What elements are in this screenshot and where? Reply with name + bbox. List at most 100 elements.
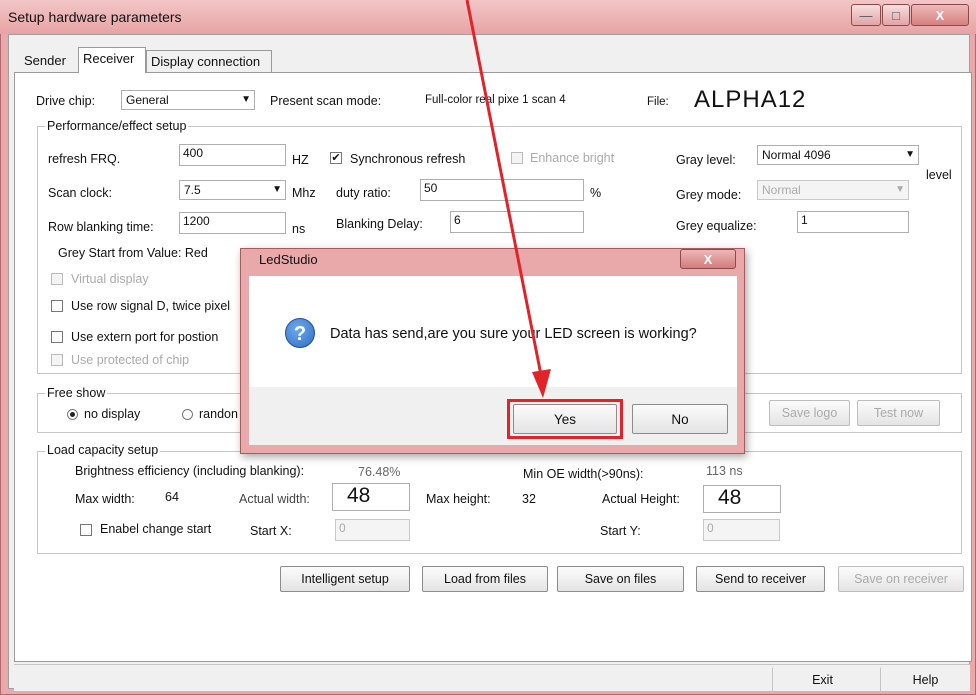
close-icon: X	[703, 251, 713, 267]
window-title: Setup hardware parameters	[8, 9, 182, 25]
scan-clock-select[interactable]: 7.5 ▼	[179, 180, 286, 200]
no-button[interactable]: No	[632, 404, 728, 434]
grey-start-label: Grey Start from Value: Red	[58, 246, 208, 260]
gray-level-select[interactable]: Normal 4096 ▼	[757, 145, 919, 165]
radio-dot	[70, 412, 75, 417]
file-label: File:	[647, 96, 669, 108]
drive-chip-label: Drive chip:	[36, 94, 96, 108]
brightness-value: 76.48%	[358, 465, 401, 479]
refresh-unit: HZ	[292, 153, 309, 167]
scan-clock-label: Scan clock:	[48, 186, 112, 200]
highlight-box	[507, 399, 623, 439]
scan-clock-value: 7.5	[184, 183, 201, 197]
performance-group-title: Performance/effect setup	[45, 119, 189, 133]
enhance-bright-label: Enhance bright	[530, 151, 615, 165]
test-now-button[interactable]: Test now	[857, 400, 940, 426]
save-on-receiver-button[interactable]: Save on receiver	[838, 566, 964, 592]
dialog-close-button[interactable]: X	[680, 249, 736, 269]
actual-height-input[interactable]: 48	[703, 485, 781, 513]
brightness-label: Brightness efficiency (including blankin…	[75, 464, 305, 478]
save-on-files-button[interactable]: Save on files	[557, 566, 684, 592]
file-name: ALPHA12	[694, 86, 807, 113]
grey-mode-value: Normal	[762, 183, 801, 197]
no-display-radio[interactable]	[67, 409, 78, 420]
max-width-value: 64	[165, 490, 179, 504]
tab-sender[interactable]: Sender	[20, 50, 78, 72]
chevron-down-icon: ▼	[241, 94, 251, 105]
question-icon: ?	[285, 318, 315, 348]
chevron-down-icon: ▼	[895, 184, 905, 195]
tab-receiver[interactable]: Receiver	[78, 47, 146, 73]
refresh-input[interactable]: 400	[179, 144, 286, 166]
free-show-title: Free show	[45, 386, 108, 400]
sync-refresh-checkbox[interactable]: ✔	[330, 152, 342, 164]
blanking-delay-input[interactable]: 6	[450, 211, 584, 233]
level-label: level	[926, 168, 952, 182]
blanking-delay-label: Blanking Delay:	[336, 217, 423, 231]
duty-ratio-label: duty ratio:	[336, 186, 391, 200]
extern-port-checkbox[interactable]	[51, 331, 63, 343]
virtual-display-label: Virtual display	[71, 272, 149, 286]
max-height-label: Max height:	[426, 492, 491, 506]
tab-display-connection[interactable]: Display connection	[146, 50, 272, 72]
gray-level-label: Gray level:	[676, 153, 736, 167]
max-width-label: Max width:	[75, 492, 135, 506]
load-from-files-button[interactable]: Load from files	[422, 566, 548, 592]
duty-ratio-input[interactable]: 50	[420, 179, 584, 201]
scan-mode-label: Present scan mode:	[270, 94, 382, 108]
maximize-icon: □	[892, 7, 900, 23]
dialog-message: Data has send,are you sure your LED scre…	[330, 326, 697, 342]
drive-chip-select[interactable]: General ▼	[121, 90, 255, 110]
help-button[interactable]: Help	[880, 667, 970, 693]
scan-clock-unit: Mhz	[292, 186, 316, 200]
maximize-button[interactable]: □	[882, 4, 910, 26]
grey-equalize-label: Grey equalize:	[676, 219, 757, 233]
refresh-label: refresh FRQ.	[48, 152, 121, 166]
load-capacity-title: Load capacity setup	[45, 443, 161, 457]
dialog-title: LedStudio	[259, 252, 318, 267]
protected-chip-checkbox[interactable]	[51, 354, 63, 366]
grey-equalize-input[interactable]: 1	[797, 211, 909, 233]
intelligent-setup-button[interactable]: Intelligent setup	[280, 566, 410, 592]
minimize-button[interactable]: —	[851, 4, 881, 26]
min-oe-label: Min OE width(>90ns):	[523, 467, 644, 481]
no-display-label: no display	[84, 407, 141, 421]
change-start-checkbox[interactable]	[80, 524, 92, 536]
actual-height-label: Actual Height:	[602, 492, 680, 506]
grey-mode-label: Grey mode:	[676, 188, 742, 202]
minimize-icon: —	[859, 7, 873, 23]
min-oe-value: 113 ns	[706, 464, 743, 478]
scan-mode-value: Full-color real pixe 1 scan 4	[425, 94, 566, 106]
chevron-down-icon: ▼	[905, 149, 915, 160]
change-start-label: Enabel change start	[100, 522, 212, 536]
grey-mode-select[interactable]: Normal ▼	[757, 180, 909, 200]
actual-width-input[interactable]: 48	[332, 483, 410, 511]
enhance-bright-checkbox[interactable]	[511, 152, 523, 164]
sync-refresh-label: Synchronous refresh	[350, 152, 466, 166]
close-icon: X	[935, 7, 945, 23]
random-label: randon	[199, 407, 238, 421]
duty-ratio-unit: %	[590, 186, 602, 200]
send-to-receiver-button[interactable]: Send to receiver	[696, 566, 825, 592]
start-x-input[interactable]: 0	[335, 519, 410, 541]
close-button[interactable]: X	[911, 4, 969, 26]
extern-port-label: Use extern port for postion	[71, 330, 219, 344]
row-signal-label: Use row signal D, twice pixel	[71, 299, 231, 313]
start-y-input[interactable]: 0	[703, 519, 780, 541]
chevron-down-icon: ▼	[272, 184, 282, 195]
start-x-label: Start X:	[250, 524, 292, 538]
save-logo-button[interactable]: Save logo	[769, 400, 850, 426]
start-y-label: Start Y:	[600, 524, 641, 538]
protected-chip-label: Use protected of chip	[71, 353, 190, 367]
actual-width-label: Actual width:	[239, 492, 310, 506]
row-blanking-input[interactable]: 1200	[179, 212, 286, 234]
row-signal-checkbox[interactable]	[51, 300, 63, 312]
random-radio[interactable]	[182, 409, 193, 420]
row-blanking-unit: ns	[292, 222, 306, 236]
max-height-value: 32	[522, 492, 536, 506]
virtual-display-checkbox[interactable]	[51, 273, 63, 285]
row-blanking-label: Row blanking time:	[48, 220, 154, 234]
gray-level-value: Normal 4096	[762, 148, 831, 162]
exit-button[interactable]: Exit	[772, 667, 872, 693]
drive-chip-value: General	[126, 93, 169, 107]
